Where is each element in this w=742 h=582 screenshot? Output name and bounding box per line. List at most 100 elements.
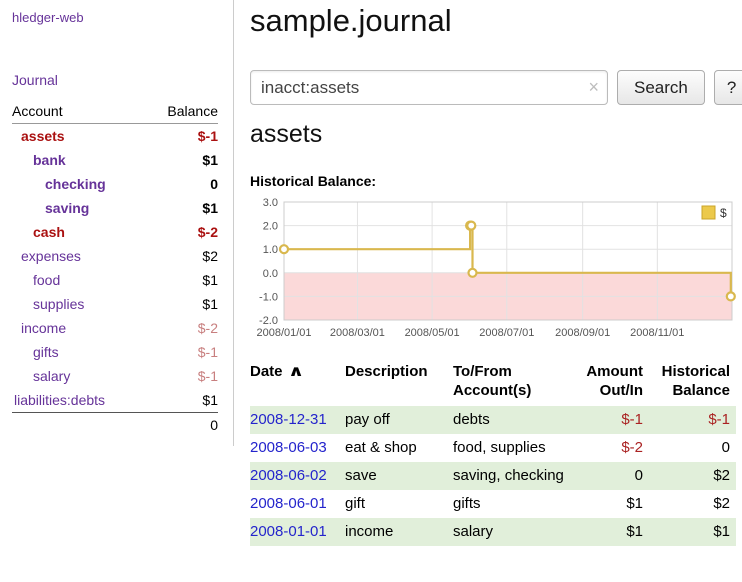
account-balance: $-1 [146,340,218,364]
transaction-amount: $-2 [571,434,649,462]
transaction-balance: $-1 [649,406,736,434]
app-title-link[interactable]: hledger-web [12,10,218,25]
transaction-accounts: salary [453,518,571,546]
help-button[interactable]: ? [714,70,742,105]
register-row: 2008-06-02savesaving, checking0$2 [250,462,736,490]
account-link[interactable]: gifts [33,344,59,360]
account-balance: $-2 [146,220,218,244]
account-row: expenses $2 [12,244,218,268]
transaction-amount: $1 [571,518,649,546]
transaction-amount: 0 [571,462,649,490]
account-balance: $1 [146,268,218,292]
register-col-header: AmountOut/In [571,360,649,406]
account-link[interactable]: liabilities:debts [14,392,105,408]
transaction-balance: $1 [649,518,736,546]
account-link[interactable]: supplies [33,296,84,312]
account-link[interactable]: food [33,272,60,288]
sort-asc-icon: ∧ [288,362,304,381]
account-balance: $-1 [146,124,218,149]
transaction-date-link[interactable]: 2008-12-31 [250,411,327,428]
y-tick-label: 2.0 [263,221,278,233]
transaction-date-link[interactable]: 2008-01-01 [250,523,327,540]
legend-swatch [702,206,715,219]
transaction-description: eat & shop [345,434,453,462]
search-box: × [250,70,608,105]
transaction-description: income [345,518,453,546]
account-balance: $1 [146,388,218,413]
search-button[interactable]: Search [617,70,705,105]
transaction-date-cell: 2008-01-01 [250,518,345,546]
account-link[interactable]: bank [33,152,66,168]
account-balance: $1 [146,148,218,172]
account-row: checking0 [12,172,218,196]
sidebar-item-journal[interactable]: Journal [12,72,218,88]
transaction-amount: $-1 [571,406,649,434]
data-point-marker [727,292,735,300]
page: hledger-web Journal Account Balance asse… [0,0,742,582]
account-row: food $1 [12,268,218,292]
account-link[interactable]: salary [33,368,70,384]
register-col-header: Description [345,360,453,406]
chart-label: Historical Balance: [250,173,742,190]
accounts-col-account: Account [12,100,146,124]
transaction-date-link[interactable]: 2008-06-02 [250,467,327,484]
y-tick-label: -1.0 [259,291,278,303]
account-link[interactable]: expenses [21,248,81,264]
transaction-accounts: debts [453,406,571,434]
transaction-accounts: saving, checking [453,462,571,490]
transaction-date-link[interactable]: 2008-06-01 [250,495,327,512]
account-link[interactable]: assets [21,128,65,144]
register-col-header: To/FromAccount(s) [453,360,571,406]
account-link[interactable]: saving [45,200,89,216]
transaction-accounts: gifts [453,490,571,518]
x-tick-label: 2008/09/01 [555,327,610,339]
page-title: sample.journal [250,2,742,40]
register-table: Date ∧DescriptionTo/FromAccount(s)Amount… [250,360,736,546]
y-tick-label: 1.0 [263,244,278,256]
register-col-header[interactable]: Date ∧ [250,360,345,406]
transaction-description: gift [345,490,453,518]
search-input[interactable] [250,70,608,105]
sidebar: hledger-web Journal Account Balance asse… [0,0,234,446]
historical-balance-chart: 3.02.01.00.0-1.0-2.02008/01/012008/03/01… [250,196,738,344]
account-balance: $2 [146,244,218,268]
data-point-marker [469,269,477,277]
accounts-table: Account Balance assets$-1bank$1checking0… [12,100,218,437]
transaction-description: pay off [345,406,453,434]
account-row: saving$1 [12,196,218,220]
transaction-description: save [345,462,453,490]
accounts-total-spacer [12,413,146,438]
transaction-date-cell: 2008-12-31 [250,406,345,434]
register-row: 2008-06-01 giftgifts$1$2 [250,490,736,518]
account-link[interactable]: income [21,320,66,336]
transaction-date-cell: 2008-06-02 [250,462,345,490]
x-tick-label: 2008/07/01 [479,327,534,339]
account-balance: $-2 [146,316,218,340]
transaction-amount: $1 [571,490,649,518]
transaction-balance: $2 [649,490,736,518]
account-link[interactable]: checking [45,176,106,192]
account-row: liabilities:debts $1 [12,388,218,413]
x-tick-label: 2008/01/01 [256,327,311,339]
transaction-date-cell: 2008-06-03 [250,434,345,462]
account-link[interactable]: cash [33,224,65,240]
transaction-date-link[interactable]: 2008-06-03 [250,439,327,456]
register-row: 2008-12-31pay offdebts$-1$-1 [250,406,736,434]
account-balance: $-1 [146,364,218,388]
account-row: cash $-2 [12,220,218,244]
account-balance: $1 [146,292,218,316]
accounts-total-row: 0 [12,413,218,438]
accounts-header-row: Account Balance [12,100,218,124]
transaction-balance: 0 [649,434,736,462]
register-row: 2008-01-01incomesalary$1$1 [250,518,736,546]
register-col-header: HistoricalBalance [649,360,736,406]
y-tick-label: 3.0 [263,197,278,209]
data-point-marker [467,222,475,230]
transaction-date-cell: 2008-06-01 [250,490,345,518]
x-tick-label: 2008/03/01 [330,327,385,339]
account-row: supplies $1 [12,292,218,316]
account-row: assets $-1 [12,124,218,149]
accounts-total-balance: 0 [146,413,218,438]
clear-search-icon[interactable]: × [588,77,599,97]
transaction-accounts: food, supplies [453,434,571,462]
